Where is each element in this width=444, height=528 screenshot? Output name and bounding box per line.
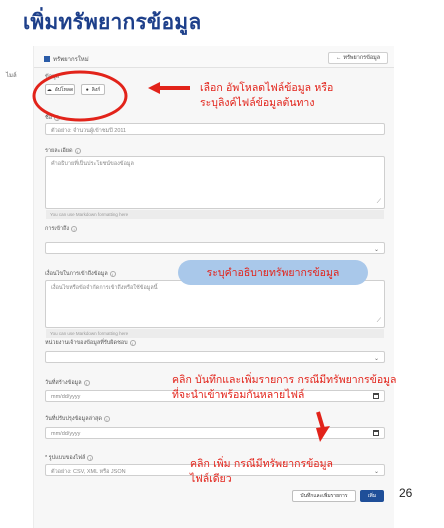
upload-button[interactable]: ☁ อัปโหลด: [45, 84, 75, 95]
help-icon: i: [83, 379, 90, 386]
form-header-title: ทรัพยากรใหม่: [44, 54, 89, 64]
help-icon: i: [104, 415, 110, 422]
link-button[interactable]: ● ลิงก์: [81, 84, 105, 95]
unit-label: หน่วยงานเจ้าของข้อมูลที่รับผิดชอบ i: [45, 339, 136, 347]
help-icon: i: [87, 454, 94, 461]
resource-icon: [44, 56, 50, 62]
data-label: ข้อมูล: [45, 74, 60, 80]
updated-date-input[interactable]: mm/dd/yyyy: [45, 427, 385, 439]
back-to-resources-button[interactable]: ← ทรัพยากรข้อมูล: [328, 52, 388, 64]
save-and-add-button[interactable]: บันทึกและเพิ่มรายการ: [292, 490, 356, 502]
help-icon: i: [129, 339, 136, 346]
calendar-icon[interactable]: [373, 430, 379, 436]
unit-select[interactable]: ⌄: [45, 351, 385, 363]
arrow-left-icon: ←: [335, 55, 342, 61]
access-select[interactable]: ⌄: [45, 242, 385, 254]
globe-icon: ●: [85, 86, 89, 93]
description-textarea[interactable]: คำอธิบายที่เป็นประโยชน์ของข้อมูล ⟋: [45, 156, 385, 209]
save-annotation: คลิก บันทึกและเพิ่มรายการ กรณีมีทรัพยากร…: [172, 374, 397, 401]
chevron-down-icon: ⌄: [373, 356, 379, 362]
side-fragment: ไมล์: [6, 73, 17, 79]
markdown-hint: You can use Markdown formatting here: [46, 210, 384, 219]
add-annotation: คลิก เพิ่ม กรณีมีทรัพยากรข้อมูล ไฟล์เดีย…: [190, 458, 333, 485]
help-icon: i: [71, 225, 78, 232]
name-input[interactable]: ตัวอย่าง: จำนวนผู้เข้าชมปี 2011: [45, 123, 385, 135]
resize-handle-icon[interactable]: ⟋: [377, 199, 381, 206]
file-format-label: * รูปแบบของไฟล์ i: [45, 454, 94, 462]
name-label: ชื่อ i: [45, 114, 61, 122]
help-icon: i: [74, 147, 81, 154]
condition-textarea[interactable]: เงื่อนไขหรือข้อจำกัดการเข้าถึงหรือใช้ข้อ…: [45, 280, 385, 328]
help-icon: i: [109, 270, 116, 277]
chevron-down-icon: ⌄: [373, 247, 379, 253]
help-icon: i: [54, 114, 61, 121]
describe-annotation-pill: ระบุคำอธิบายทรัพยากรข้อมูล: [178, 260, 368, 285]
created-date-label: วันที่สร้างข้อมูล i: [45, 379, 90, 387]
cloud-upload-icon: ☁: [46, 86, 52, 93]
chevron-down-icon: ⌄: [373, 469, 379, 475]
updated-date-label: วันที่ปรับปรุงข้อมูลล่าสุด i: [45, 415, 110, 423]
resource-form-panel: ทรัพยากรใหม่ ← ทรัพยากรข้อมูล ข้อมูล ☁ อ…: [33, 46, 394, 528]
description-label: รายละเอียด i: [45, 147, 81, 155]
slide-title: เพิ่มทรัพยากรข้อมูล: [23, 10, 202, 34]
markdown-hint: You can use Markdown formatting here: [46, 329, 384, 338]
add-button[interactable]: เพิ่ม: [360, 490, 384, 502]
resize-handle-icon[interactable]: ⟋: [377, 318, 381, 325]
form-header: ทรัพยากรใหม่ ← ทรัพยากรข้อมูล: [34, 46, 394, 68]
condition-label: เงื่อนไขในการเข้าถึงข้อมูล i: [45, 270, 116, 278]
access-label: การเข้าถึง i: [45, 225, 78, 233]
page-number: 26: [399, 486, 413, 500]
upload-annotation: เลือก อัพโหลดไฟล์ข้อมูล หรือ ระบุลิงค์ไฟ…: [200, 82, 334, 109]
